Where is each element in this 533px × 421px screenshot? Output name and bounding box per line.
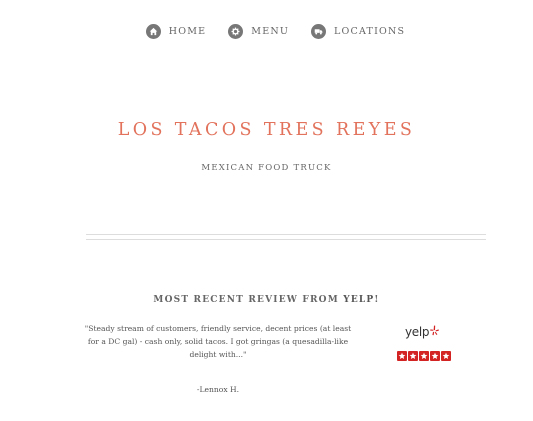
star-icon <box>430 351 440 361</box>
star-icon <box>441 351 451 361</box>
gear-icon <box>228 24 244 39</box>
nav-item-locations[interactable]: LOCATIONS <box>311 24 405 39</box>
review-heading-prefix: MOST RECENT REVIEW FROM <box>153 295 344 305</box>
review-heading: MOST RECENT REVIEW FROM YELP! <box>0 295 533 305</box>
review-author: -Lennox H. <box>196 385 240 394</box>
main-nav: HOME MENU LOCATIONS <box>0 24 533 39</box>
home-icon <box>145 24 161 39</box>
yelp-logo[interactable]: yelp <box>405 322 445 342</box>
site-title: LOS TACOS TRES REYES <box>117 120 416 140</box>
nav-item-home[interactable]: HOME <box>145 24 207 39</box>
nav-label-locations: LOCATIONS <box>334 26 406 37</box>
yelp-logo-text: yelp <box>405 325 430 339</box>
truck-icon <box>311 24 327 39</box>
review-heading-brand[interactable]: YELP <box>343 295 374 305</box>
page: HOME MENU LOCATIONS LOS TACOS TRES REYES… <box>0 0 533 421</box>
star-icon <box>408 351 418 361</box>
nav-label-menu: MENU <box>251 26 290 37</box>
divider-bottom <box>86 239 486 240</box>
divider-top <box>86 234 486 235</box>
star-rating <box>397 351 451 361</box>
site-subtitle: MEXICAN FOOD TRUCK <box>201 163 332 173</box>
review-quote: "Steady stream of customers, friendly se… <box>84 324 352 359</box>
star-icon <box>419 351 429 361</box>
nav-label-home: HOME <box>168 26 207 37</box>
review-heading-suffix: ! <box>374 295 380 305</box>
yelp-burst-icon <box>430 325 440 335</box>
star-icon <box>397 351 407 361</box>
nav-item-menu[interactable]: MENU <box>228 24 289 39</box>
